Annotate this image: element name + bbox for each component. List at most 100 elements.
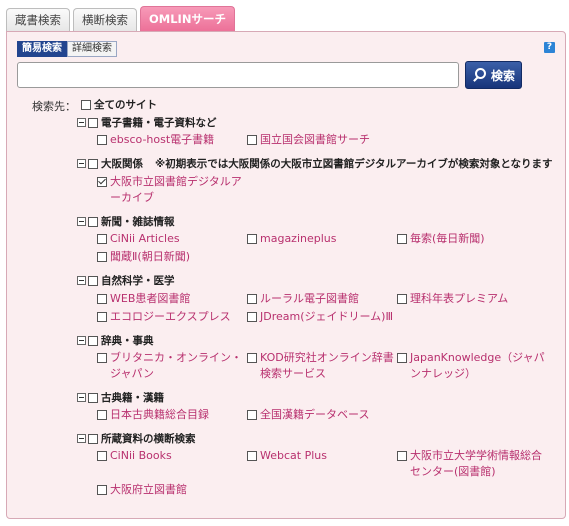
item-checkbox[interactable] [97, 177, 107, 187]
item-link[interactable]: magazineplus [260, 231, 337, 247]
item-link[interactable]: ebsco-host電子書籍 [110, 132, 214, 148]
item-checkbox[interactable] [247, 312, 257, 322]
item-checkbox[interactable] [247, 410, 257, 420]
category-checkbox[interactable] [88, 117, 98, 128]
list-item: WEB患者図書館 [97, 291, 190, 307]
item-checkbox[interactable] [247, 234, 257, 244]
item-checkbox[interactable] [97, 451, 107, 461]
category-newspapers: 新聞・雑誌情報 [77, 214, 175, 229]
list-item: 大阪市立大学学術情報総合センター(図書館) [397, 448, 547, 480]
list-item: 日本古典籍総合目録 [97, 407, 209, 423]
list-item: ブリタニカ・オンライン・ジャパン [97, 350, 242, 382]
category-checkbox[interactable] [88, 433, 98, 444]
item-checkbox[interactable] [97, 485, 107, 495]
tab-cross-search[interactable]: 横断検索 [73, 8, 137, 32]
tab-omlin-search[interactable]: OMLINサーチ [140, 6, 235, 32]
list-item: JDream(ジェイドリーム)Ⅲ [247, 309, 393, 325]
tab-simple-search[interactable]: 簡易検索 [17, 41, 67, 57]
item-link[interactable]: WEB患者図書館 [110, 291, 190, 307]
all-sites-label: 全てのサイト [94, 99, 157, 111]
category-dictionaries: 辞典・事典 [77, 333, 154, 348]
category-checkbox[interactable] [88, 275, 98, 286]
item-checkbox[interactable] [97, 312, 107, 322]
item-link[interactable]: CiNii Articles [110, 231, 180, 247]
collapse-icon[interactable] [77, 217, 86, 226]
list-item: Webcat Plus [247, 448, 327, 464]
category-label: 大阪関係 [101, 158, 143, 170]
category-checkbox[interactable] [88, 335, 98, 346]
category-label: 所蔵資料の横断検索 [101, 433, 196, 445]
top-tabs: 蔵書検索 横断検索 OMLINサーチ [6, 6, 235, 32]
collapse-icon[interactable] [77, 118, 86, 127]
search-panel: 簡易検索 詳細検索 ? 検索 検索先： 全てのサイト 電子書籍・電子資料など e… [6, 31, 566, 519]
item-checkbox[interactable] [97, 294, 107, 304]
category-checkbox[interactable] [88, 158, 98, 169]
all-sites-row: 全てのサイト [81, 97, 157, 112]
search-button-label: 検索 [490, 68, 515, 83]
item-link[interactable]: 聞蔵Ⅱ(朝日新聞) [110, 249, 190, 265]
tab-collection-search[interactable]: 蔵書検索 [6, 8, 70, 32]
collapse-icon[interactable] [77, 159, 86, 168]
collapse-icon[interactable] [77, 276, 86, 285]
item-link[interactable]: 全国漢籍データベース [260, 407, 369, 423]
help-icon[interactable]: ? [544, 42, 555, 53]
search-target-label: 検索先： [32, 100, 76, 113]
item-checkbox[interactable] [397, 353, 407, 363]
collapse-icon[interactable] [77, 393, 86, 402]
category-label: 辞典・事典 [101, 335, 154, 347]
category-osaka: 大阪関係 ※初期表示では大阪関係の大阪市立図書館デジタルアーカイブが検索対象とな… [77, 156, 553, 171]
category-label: 新聞・雑誌情報 [101, 216, 175, 228]
item-checkbox[interactable] [97, 353, 107, 363]
item-checkbox[interactable] [97, 410, 107, 420]
item-checkbox[interactable] [247, 353, 257, 363]
item-link[interactable]: JDream(ジェイドリーム)Ⅲ [260, 309, 393, 325]
item-checkbox[interactable] [97, 234, 107, 244]
item-link[interactable]: エコロジーエクスプレス [110, 309, 231, 325]
list-item: JapanKnowledge（ジャパンナレッジ） [397, 350, 547, 382]
item-checkbox[interactable] [247, 135, 257, 145]
list-item: ルーラル電子図書館 [247, 291, 359, 307]
item-link[interactable]: ブリタニカ・オンライン・ジャパン [110, 350, 242, 382]
item-checkbox[interactable] [397, 294, 407, 304]
item-checkbox[interactable] [397, 451, 407, 461]
item-link[interactable]: KOD研究社オンライン辞書検索サービス [260, 350, 395, 382]
category-ebooks: 電子書籍・電子資料など [77, 115, 217, 130]
search-button[interactable]: 検索 [465, 61, 522, 89]
item-link[interactable]: 大阪府立図書館 [110, 482, 187, 498]
category-classics: 古典籍・漢籍 [77, 390, 164, 405]
item-checkbox[interactable] [247, 451, 257, 461]
item-checkbox[interactable] [397, 234, 407, 244]
category-label: 古典籍・漢籍 [101, 392, 164, 404]
search-icon [472, 67, 488, 83]
category-checkbox[interactable] [88, 216, 98, 227]
item-checkbox[interactable] [247, 294, 257, 304]
list-item: 全国漢籍データベース [247, 407, 369, 423]
list-item: ebsco-host電子書籍 [97, 132, 214, 148]
category-science: 自然科学・医学 [77, 273, 175, 288]
category-checkbox[interactable] [88, 392, 98, 403]
item-link[interactable]: CiNii Books [110, 448, 172, 464]
item-link[interactable]: 国立国会図書館サーチ [260, 132, 370, 148]
item-link[interactable]: 毎索(毎日新聞) [410, 231, 485, 247]
list-item: 大阪府立図書館 [97, 482, 187, 498]
item-checkbox[interactable] [97, 252, 107, 262]
collapse-icon[interactable] [77, 336, 86, 345]
category-note: ※初期表示では大阪関係の大阪市立図書館デジタルアーカイブが検索対象となります [155, 158, 553, 170]
item-link[interactable]: 日本古典籍総合目録 [110, 407, 209, 423]
tab-advanced-search[interactable]: 詳細検索 [67, 41, 117, 57]
item-link[interactable]: Webcat Plus [260, 448, 327, 464]
item-link[interactable]: 理科年表プレミアム [410, 291, 508, 307]
collapse-icon[interactable] [77, 434, 86, 443]
item-link[interactable]: 大阪市立大学学術情報総合センター(図書館) [410, 448, 547, 480]
item-link[interactable]: ルーラル電子図書館 [260, 291, 359, 307]
list-item: magazineplus [247, 231, 337, 247]
search-mode-tabs: 簡易検索 詳細検索 [17, 41, 117, 57]
list-item: 大阪市立図書館デジタルアーカイブ [97, 174, 247, 206]
category-holdings: 所蔵資料の横断検索 [77, 431, 196, 446]
item-checkbox[interactable] [97, 135, 107, 145]
all-sites-checkbox[interactable] [81, 99, 91, 110]
category-label: 電子書籍・電子資料など [101, 117, 217, 129]
item-link[interactable]: 大阪市立図書館デジタルアーカイブ [110, 174, 247, 206]
search-input[interactable] [17, 62, 459, 88]
item-link[interactable]: JapanKnowledge（ジャパンナレッジ） [410, 350, 547, 382]
